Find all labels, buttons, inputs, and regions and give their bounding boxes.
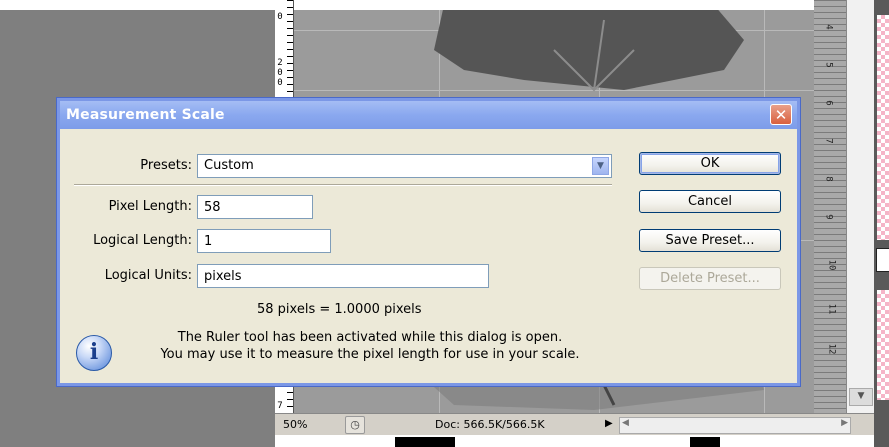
logical-length-field[interactable] bbox=[197, 229, 331, 253]
status-bar: 50% ◷ Doc: 566.5K/566.5K ▶ ◀ ▶ bbox=[275, 413, 874, 436]
horizontal-scrollbar[interactable]: ◀ ▶ bbox=[619, 417, 851, 434]
info-text-line-1: The Ruler tool has been activated while … bbox=[177, 330, 563, 345]
dark-block bbox=[690, 437, 720, 447]
vertical-scrollbar[interactable]: ▼ bbox=[846, 0, 875, 413]
dark-block bbox=[395, 437, 455, 447]
logical-units-field[interactable] bbox=[197, 264, 489, 288]
ruler-label: 10 bbox=[826, 259, 837, 271]
ruler-label: 0 bbox=[277, 68, 283, 78]
ruler-label: 6 bbox=[823, 100, 834, 106]
presets-value: Custom bbox=[204, 158, 254, 173]
bottom-strip bbox=[275, 435, 874, 447]
delete-preset-button: Delete Preset... bbox=[639, 267, 781, 290]
scale-equation: 58 pixels = 1.0000 pixels bbox=[257, 302, 422, 317]
zoom-level[interactable]: 50% bbox=[283, 418, 307, 431]
scroll-right-icon[interactable]: ▶ bbox=[841, 418, 848, 428]
ruler-label: 2 bbox=[277, 58, 283, 68]
presets-label: Presets: bbox=[140, 158, 192, 173]
timer-icon[interactable]: ◷ bbox=[345, 416, 365, 434]
pixel-length-label: Pixel Length: bbox=[108, 199, 192, 214]
transparency-checker bbox=[877, 15, 889, 240]
dialog-title: Measurement Scale bbox=[66, 107, 225, 123]
pixel-length-field[interactable] bbox=[197, 195, 313, 219]
right-ruler: 4 5 6 7 8 9 10 11 12 bbox=[814, 0, 846, 413]
scroll-left-icon[interactable]: ◀ bbox=[622, 418, 629, 428]
dialog-titlebar[interactable]: Measurement Scale ✕ bbox=[60, 101, 797, 129]
presets-select[interactable]: Custom ▼ bbox=[197, 154, 612, 178]
ruler-label: 7 bbox=[823, 138, 834, 144]
ruler-label: 0 bbox=[277, 78, 283, 88]
separator bbox=[74, 184, 612, 186]
status-menu-arrow-icon[interactable]: ▶ bbox=[605, 418, 613, 429]
info-icon: i bbox=[76, 335, 112, 371]
dialog-body: Presets: Custom ▼ Pixel Length: Logical … bbox=[60, 129, 797, 383]
logical-units-label: Logical Units: bbox=[104, 268, 192, 283]
cancel-button[interactable]: Cancel bbox=[639, 190, 781, 213]
top-strip bbox=[0, 0, 889, 10]
ruler-label: 8 bbox=[823, 176, 834, 182]
ok-button[interactable]: OK bbox=[639, 152, 781, 175]
adjacent-window-edge bbox=[874, 0, 889, 447]
ruler-label: 7 bbox=[277, 401, 283, 411]
chevron-down-icon[interactable]: ▼ bbox=[592, 157, 609, 175]
close-icon[interactable]: ✕ bbox=[770, 104, 792, 125]
ruler-label: 9 bbox=[823, 214, 834, 220]
ruler-label: 12 bbox=[826, 343, 837, 355]
measurement-scale-dialog: Measurement Scale ✕ Presets: Custom ▼ Pi… bbox=[57, 98, 800, 386]
save-preset-button[interactable]: Save Preset... bbox=[639, 229, 781, 252]
info-text-line-2: You may use it to measure the pixel leng… bbox=[160, 347, 580, 362]
transparency-checker bbox=[877, 290, 889, 400]
doc-size-info: Doc: 566.5K/566.5K bbox=[435, 418, 545, 431]
logical-length-label: Logical Length: bbox=[93, 233, 192, 248]
ruler-label: 0 bbox=[277, 12, 283, 22]
adjacent-panel-box bbox=[876, 248, 889, 272]
scroll-down-arrow-icon[interactable]: ▼ bbox=[849, 388, 873, 406]
ruler-label: 5 bbox=[823, 62, 834, 68]
ruler-label: 11 bbox=[826, 303, 837, 315]
ruler-label: 4 bbox=[823, 24, 834, 30]
